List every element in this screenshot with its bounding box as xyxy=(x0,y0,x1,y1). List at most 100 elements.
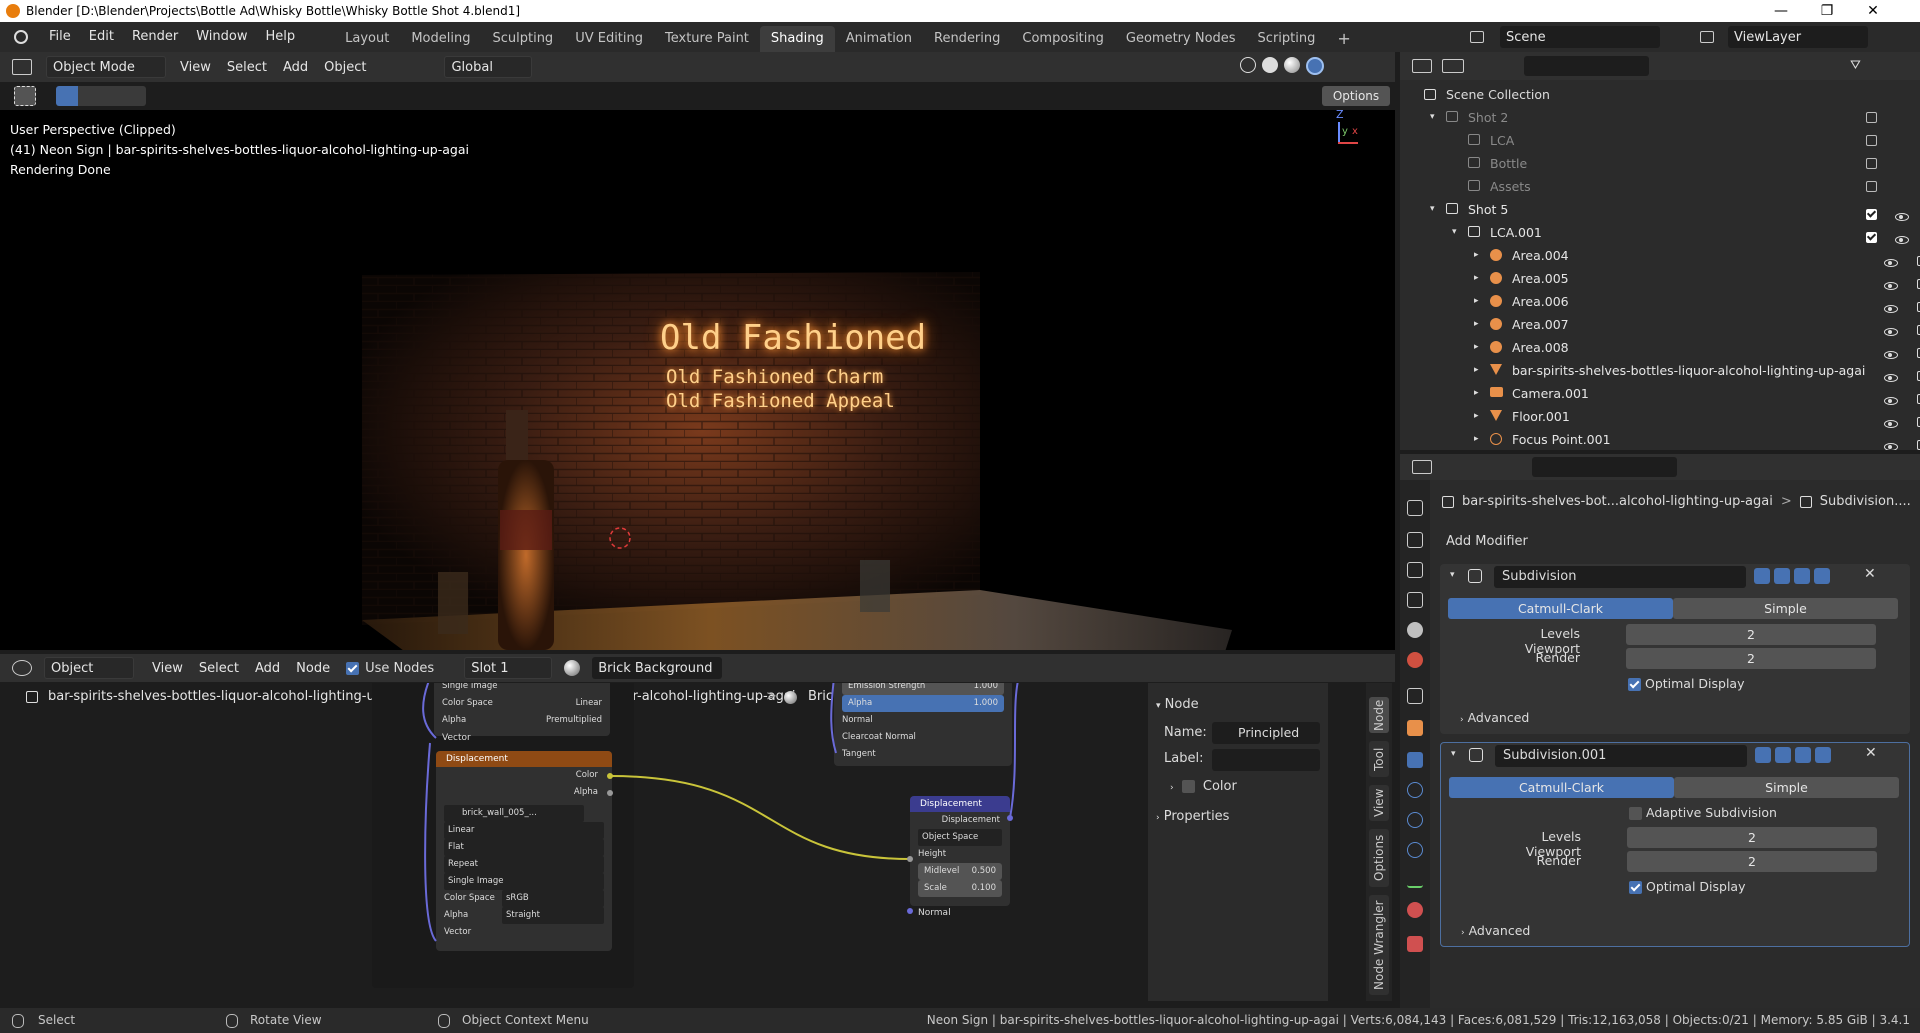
tab-node[interactable]: Node xyxy=(1369,697,1389,733)
modifier-visibility-toggles[interactable] xyxy=(1754,568,1834,586)
view-layer-tab-icon[interactable] xyxy=(1407,592,1423,608)
modifier-name-field[interactable]: Subdivision xyxy=(1494,566,1746,588)
node-editor-canvas[interactable]: bar-spirits-shelves-bottles-liquor-alcoh… xyxy=(0,683,1145,1001)
displacement-space-dropdown[interactable]: Object Space xyxy=(918,829,1002,846)
expand-toggle-icon[interactable]: ▸ xyxy=(1474,267,1479,290)
close-window-button[interactable]: ✕ xyxy=(1850,0,1896,22)
outliner-row[interactable]: ▸ Focus Point.001 xyxy=(1400,428,1920,450)
expand-toggle-icon[interactable]: ▾ xyxy=(1452,221,1457,244)
interpolation-dropdown[interactable]: Linear xyxy=(444,822,604,839)
node-menu-node[interactable]: Node xyxy=(288,661,338,676)
collection-tab-icon[interactable] xyxy=(1407,688,1423,704)
render-levels-field[interactable]: 2 xyxy=(1627,851,1877,872)
simple-button[interactable]: Simple xyxy=(1674,777,1899,798)
node-name-field[interactable]: Principled BSDF xyxy=(1212,722,1320,762)
tab-scripting[interactable]: Scripting xyxy=(1247,26,1327,52)
viewport-3d[interactable]: User Perspective (Clipped) (41) Neon Sig… xyxy=(0,110,1395,650)
outliner-row[interactable]: ▸ Area.006 xyxy=(1400,290,1920,313)
color-space-dropdown[interactable]: sRGB xyxy=(502,890,604,907)
viewport-menu-view[interactable]: View xyxy=(172,60,219,75)
scene-tab-icon[interactable] xyxy=(1407,622,1423,638)
extension-dropdown[interactable]: Repeat xyxy=(444,856,604,873)
properties-search-input[interactable] xyxy=(1532,457,1677,477)
properties-editor-icon[interactable] xyxy=(1412,460,1432,474)
world-tab-icon[interactable] xyxy=(1407,652,1423,668)
tab-geometry-nodes[interactable]: Geometry Nodes xyxy=(1115,26,1247,52)
outliner-row[interactable]: Assets xyxy=(1400,175,1920,198)
viewlayer-selector[interactable]: ViewLayer xyxy=(1700,26,1910,48)
mode-dropdown[interactable]: Object Mode xyxy=(46,56,166,78)
node-color-toggle[interactable]: › Color xyxy=(1170,779,1237,794)
expand-toggle-icon[interactable]: ▸ xyxy=(1474,290,1479,313)
visibility-eye-icon[interactable] xyxy=(1895,213,1909,221)
outliner-row[interactable]: ▾ Shot 5 xyxy=(1400,198,1920,221)
advanced-section[interactable]: › Advanced xyxy=(1461,923,1530,938)
outliner-row[interactable]: ▾ LCA.001 xyxy=(1400,221,1920,244)
select-box-tool-icon[interactable] xyxy=(14,86,36,106)
tab-compositing[interactable]: Compositing xyxy=(1011,26,1115,52)
image-name-field[interactable]: brick_wall_005_... xyxy=(444,805,584,822)
solid-shading-icon[interactable] xyxy=(1262,57,1278,73)
visibility-eye-icon[interactable] xyxy=(1884,420,1898,428)
scene-selector[interactable]: Scene xyxy=(1470,26,1670,48)
expand-toggle-icon[interactable]: ▸ xyxy=(1474,428,1479,450)
modifier-delete-icon[interactable]: ✕ xyxy=(1865,745,1877,761)
visibility-eye-icon[interactable] xyxy=(1884,305,1898,313)
catmull-clark-button[interactable]: Catmull-Clark xyxy=(1449,777,1674,798)
tool-tab-icon[interactable] xyxy=(1407,500,1423,516)
tab-sculpting[interactable]: Sculpting xyxy=(481,26,564,52)
exclude-checkbox[interactable] xyxy=(1866,135,1877,146)
expand-toggle-icon[interactable]: ▾ xyxy=(1430,106,1435,129)
slot-dropdown[interactable]: Slot 1 xyxy=(464,657,553,679)
levels-viewport-field[interactable]: 2 xyxy=(1627,827,1877,848)
outliner-row[interactable]: ▸ Floor.001 xyxy=(1400,405,1920,428)
principled-bsdf-node-partial[interactable]: Emission Strength 1.000 Alpha 1.000 Normal… xyxy=(834,683,1012,766)
outliner[interactable]: Scene Collection ▾ Shot 2 LCA Bottle Assets ▾… xyxy=(1400,80,1920,450)
expand-toggle-icon[interactable]: ▸ xyxy=(1474,336,1479,359)
add-workspace-button[interactable]: + xyxy=(1326,26,1361,52)
outliner-row[interactable]: ▾ Shot 2 xyxy=(1400,106,1920,129)
catmull-clark-button[interactable]: Catmull-Clark xyxy=(1448,598,1673,619)
modifier-delete-icon[interactable]: ✕ xyxy=(1864,566,1876,582)
visibility-eye-icon[interactable] xyxy=(1884,259,1898,267)
node-label-field[interactable] xyxy=(1212,749,1320,771)
optimal-display-checkbox[interactable]: Optimal Display xyxy=(1629,879,1746,894)
tab-layout[interactable]: Layout xyxy=(334,26,400,52)
material-shading-icon[interactable] xyxy=(1284,57,1300,73)
options-dropdown[interactable]: Options xyxy=(1322,86,1390,106)
expand-toggle-icon[interactable]: ▸ xyxy=(1474,244,1479,267)
viewport-menu-select[interactable]: Select xyxy=(219,60,275,75)
visibility-eye-icon[interactable] xyxy=(1884,397,1898,405)
visibility-eye-icon[interactable] xyxy=(1884,282,1898,290)
render-levels-field[interactable]: 2 xyxy=(1626,648,1876,669)
scene-name-field[interactable]: Scene xyxy=(1500,26,1660,48)
tab-node-wrangler[interactable]: Node Wrangler xyxy=(1369,895,1389,995)
visibility-eye-icon[interactable] xyxy=(1884,443,1898,450)
object-tab-icon[interactable] xyxy=(1407,720,1423,736)
expand-toggle-icon[interactable]: ▸ xyxy=(1474,382,1479,405)
source-dropdown[interactable]: Single Image xyxy=(444,873,604,890)
maximize-button[interactable]: ❐ xyxy=(1804,0,1850,22)
exclude-checkbox[interactable] xyxy=(1866,232,1877,243)
levels-viewport-field[interactable]: 2 xyxy=(1626,624,1876,645)
tab-options[interactable]: Options xyxy=(1369,829,1389,887)
menu-edit[interactable]: Edit xyxy=(80,22,123,52)
particles-tab-icon[interactable] xyxy=(1407,782,1423,798)
visibility-eye-icon[interactable] xyxy=(1884,328,1898,336)
data-tab-icon[interactable] xyxy=(1407,872,1423,888)
exclude-checkbox[interactable] xyxy=(1866,209,1877,220)
display-mode-icon[interactable] xyxy=(1442,59,1464,73)
visibility-eye-icon[interactable] xyxy=(1895,236,1909,244)
texture-tab-icon[interactable] xyxy=(1407,936,1423,952)
tab-animation[interactable]: Animation xyxy=(835,26,923,52)
outliner-editor-icon[interactable] xyxy=(1412,59,1432,73)
adaptive-subdivision-checkbox[interactable]: Adaptive Subdivision xyxy=(1629,805,1777,820)
modifier-visibility-toggles[interactable] xyxy=(1755,747,1835,765)
outliner-row[interactable]: ▸ Area.004 xyxy=(1400,244,1920,267)
advanced-section[interactable]: › Advanced xyxy=(1460,710,1529,725)
outliner-row[interactable]: ▸ Area.005 xyxy=(1400,267,1920,290)
navigation-gizmo[interactable]: Z y x xyxy=(1328,110,1378,158)
render-tab-icon[interactable] xyxy=(1407,532,1423,548)
outliner-scene-collection[interactable]: Scene Collection xyxy=(1400,83,1920,106)
material-name-field[interactable]: Brick Background xyxy=(592,657,723,679)
